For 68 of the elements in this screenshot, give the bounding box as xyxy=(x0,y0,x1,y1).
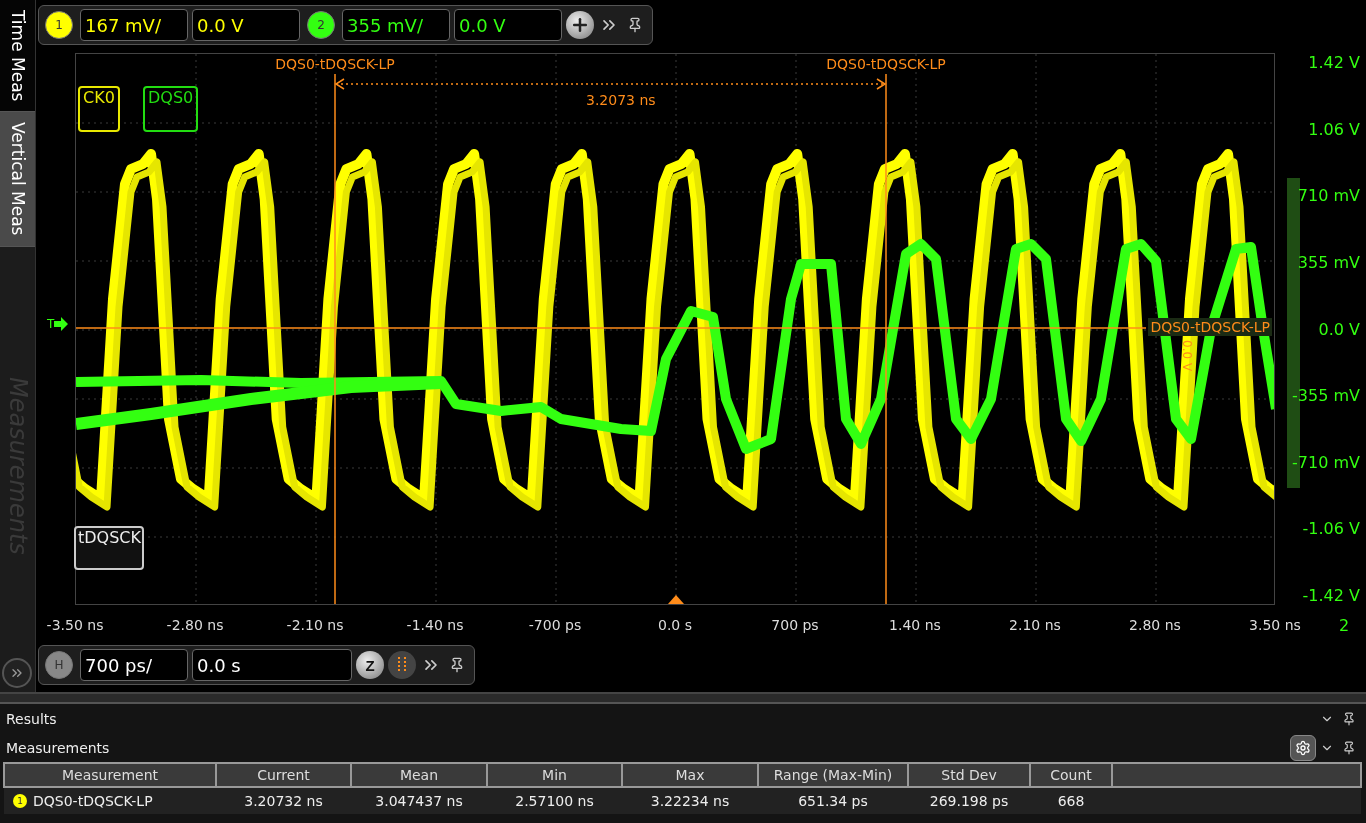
column-header[interactable]: Range (Max-Min) xyxy=(758,763,908,787)
column-header[interactable]: Measurement xyxy=(4,763,216,787)
measurement-tag[interactable]: tDQSCK xyxy=(74,526,144,570)
axis-label: 1.40 ns xyxy=(888,617,942,633)
axis-label: -1.42 V xyxy=(1302,586,1360,605)
column-header[interactable]: Std Dev xyxy=(908,763,1030,787)
axis-label: -710 mV xyxy=(1292,452,1360,472)
table-cell: DQS0-tDQSCK-LP xyxy=(33,793,153,809)
marker-button[interactable] xyxy=(388,651,416,679)
add-button[interactable] xyxy=(566,11,594,39)
table-cell: 3.22234 ns xyxy=(622,787,758,814)
section-title: Measurements xyxy=(6,739,111,756)
trigger-position-icon[interactable] xyxy=(668,595,684,604)
status-dot: 1 xyxy=(13,794,27,808)
axis-label: 2.10 ns xyxy=(1008,617,1062,633)
axis-label: 1.42 V xyxy=(1308,53,1360,72)
axis-label: 355 mV xyxy=(1297,252,1360,272)
level-value: 0.0 V xyxy=(1180,340,1194,372)
axis-label: 1.06 V xyxy=(1308,119,1360,139)
column-header[interactable]: Max xyxy=(622,763,758,787)
axis-label: -1.06 V xyxy=(1302,519,1360,539)
zoom-button[interactable]: Z xyxy=(356,651,384,679)
axis-label: 710 mV xyxy=(1297,186,1360,206)
panel-title: Results xyxy=(6,710,58,727)
expand-button[interactable] xyxy=(2,658,32,688)
column-header[interactable]: Current xyxy=(216,763,351,787)
axis-label: 0.0 s xyxy=(657,617,693,633)
axis-label: -3.50 ns xyxy=(45,617,105,633)
side-tab[interactable]: Time Meas xyxy=(0,0,35,113)
horizontal-badge[interactable]: H xyxy=(45,651,73,679)
column-header[interactable]: Min xyxy=(487,763,622,787)
table-cell: 3.047437 ns xyxy=(351,787,487,814)
position-field[interactable]: 0.0 s xyxy=(192,649,352,681)
offset-field[interactable]: 0.0 V xyxy=(192,9,300,41)
channel-badge[interactable]: 1 xyxy=(45,11,73,39)
axis-label: -700 ps xyxy=(527,617,583,633)
axis-label: 3.50 ns xyxy=(1248,617,1302,633)
table-cell: 668 xyxy=(1030,787,1112,814)
axis-label: -355 mV xyxy=(1292,386,1360,406)
cursor-label: DQS0-tDQSCK-LP xyxy=(275,56,395,72)
channel-badge[interactable]: 2 xyxy=(307,11,335,39)
settings-button[interactable] xyxy=(1290,734,1316,761)
column-header[interactable]: Count xyxy=(1030,763,1112,787)
plus-icon xyxy=(570,15,590,35)
offset-field[interactable]: 0.0 V xyxy=(454,9,562,41)
level-label: DQS0-tDQSCK-LP xyxy=(1148,318,1272,336)
cursor-label: DQS0-tDQSCK-LP xyxy=(826,56,946,72)
scale-field[interactable]: 167 mV/ xyxy=(80,9,188,41)
side-tab[interactable]: Vertical Meas xyxy=(0,112,35,247)
channel-label[interactable]: DQS0 xyxy=(143,86,199,132)
axis-label: 700 ps xyxy=(770,617,820,633)
axis-label: 2.80 ns xyxy=(1128,617,1182,633)
scale-field[interactable]: 700 ps/ xyxy=(80,649,188,681)
axis-label: -2.10 ns xyxy=(285,617,345,633)
table-cell: 269.198 ps xyxy=(908,787,1030,814)
axis-label: -1.40 ns xyxy=(405,617,465,633)
table-cell: 3.20732 ns xyxy=(216,787,351,814)
column-header[interactable]: Mean xyxy=(351,763,487,787)
dashed-lines-icon xyxy=(395,656,409,674)
delta-label: 3.2073 ns xyxy=(586,92,656,108)
gear-icon xyxy=(1295,739,1311,756)
scale-field[interactable]: 355 mV/ xyxy=(342,9,450,41)
channel-number: 2 xyxy=(1339,615,1350,635)
axis-label: -2.80 ns xyxy=(165,617,225,633)
table-cell: 2.57100 ns xyxy=(487,787,622,814)
table-cell: 651.34 ps xyxy=(758,787,908,814)
axis-label: 0.0 V xyxy=(1318,319,1360,339)
channel-label[interactable]: CK0 xyxy=(78,86,120,132)
